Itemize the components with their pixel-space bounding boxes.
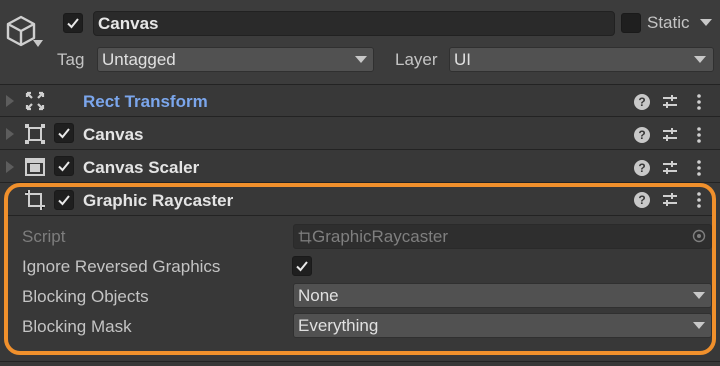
tag-dropdown-value: Untagged — [102, 50, 176, 69]
canvas-scaler-enabled-checkbox[interactable] — [54, 156, 74, 176]
static-dropdown-caret-icon[interactable] — [700, 19, 712, 26]
canvas-scaler-icon — [25, 158, 45, 176]
kebab-menu-icon[interactable] — [690, 93, 708, 111]
presets-icon[interactable] — [661, 126, 679, 144]
tag-dropdown-caret-icon — [355, 56, 367, 63]
rect-transform-icon — [25, 91, 45, 111]
row-divider — [0, 116, 720, 117]
tag-dropdown[interactable]: Untagged — [97, 47, 374, 72]
gameobject-name-input[interactable]: Canvas — [93, 11, 615, 36]
canvas-scaler-title[interactable]: Canvas Scaler — [83, 157, 199, 179]
icon-dropdown-caret-icon[interactable] — [33, 40, 43, 48]
canvas-enabled-checkbox[interactable] — [54, 123, 74, 143]
tag-label: Tag — [57, 50, 85, 69]
row-divider — [0, 149, 720, 150]
layer-dropdown-value: UI — [454, 50, 471, 69]
help-icon[interactable]: ? — [634, 94, 650, 110]
header-divider — [0, 84, 720, 85]
foldout-arrow-icon[interactable] — [6, 128, 14, 140]
help-icon[interactable]: ? — [634, 160, 650, 176]
checkmark-icon — [58, 161, 70, 172]
checkmark-icon — [67, 18, 79, 29]
highlight-outline — [4, 183, 716, 355]
layer-label: Layer — [395, 50, 438, 69]
foldout-arrow-icon[interactable] — [6, 95, 14, 107]
canvas-icon — [25, 124, 45, 144]
active-checkbox[interactable] — [63, 13, 83, 33]
static-checkbox[interactable] — [621, 13, 641, 33]
presets-icon[interactable] — [661, 93, 679, 111]
help-icon[interactable]: ? — [634, 127, 650, 143]
bottom-divider — [0, 361, 720, 362]
kebab-menu-icon[interactable] — [690, 159, 708, 177]
checkmark-icon — [58, 128, 70, 139]
layer-dropdown-caret-icon — [694, 56, 706, 63]
layer-dropdown[interactable]: UI — [449, 47, 714, 72]
foldout-arrow-icon[interactable] — [6, 161, 14, 173]
static-label[interactable]: Static — [647, 12, 690, 34]
canvas-title[interactable]: Canvas — [83, 124, 143, 146]
rect-transform-title[interactable]: Rect Transform — [83, 91, 208, 113]
presets-icon[interactable] — [661, 159, 679, 177]
kebab-menu-icon[interactable] — [690, 126, 708, 144]
